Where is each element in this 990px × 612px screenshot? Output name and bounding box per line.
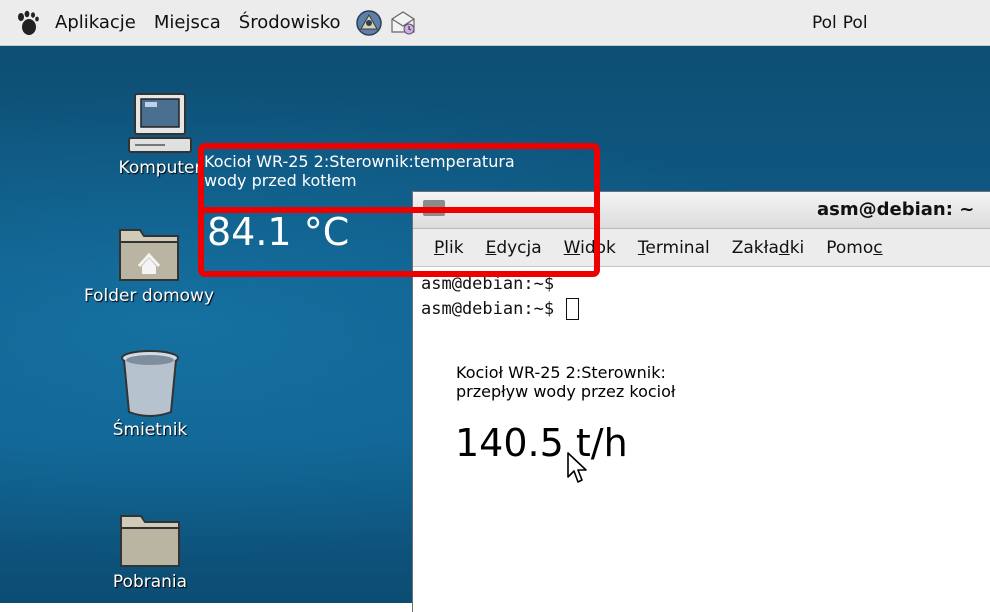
desktop-icon-downloads[interactable]: Pobrania (90, 508, 210, 592)
mnemonic: d (778, 237, 790, 258)
gnome-foot-icon[interactable] (10, 8, 46, 38)
terminal-line: asm@debian:~$ (421, 297, 580, 322)
flow-widget-value: 140.5 t/h (455, 421, 628, 465)
folder-icon (120, 515, 180, 567)
layout-label-1: Pol (812, 13, 837, 33)
menu-label-pre: Pomo (826, 237, 874, 258)
menu-terminal[interactable]: Terminal (627, 238, 721, 258)
menu-miejsca[interactable]: Miejsca (145, 8, 230, 38)
home-folder-icon (119, 229, 179, 281)
menu-aplikacje[interactable]: Aplikacje (46, 8, 145, 38)
terminal-prompt: asm@debian:~$ (421, 299, 565, 319)
layout-label-2: Pol (842, 13, 868, 33)
menu-srodowisko[interactable]: Środowisko (230, 8, 350, 38)
computer-icon (128, 93, 192, 153)
mouse-pointer-icon (567, 452, 587, 483)
flow-widget-title: Kocioł WR-25 2:Sterownik: przepływ wody … (456, 363, 676, 401)
terminal-output[interactable]: asm@debian:~$ asm@debian:~$ (421, 272, 580, 322)
highlight-box-value (198, 207, 600, 277)
terminal-title: asm@debian: ~ (817, 199, 975, 220)
top-panel: Aplikacje Miejsca Środowisko Pol Pol (0, 0, 990, 46)
trash-icon (121, 350, 179, 417)
text-cursor (566, 298, 580, 320)
desktop-icon-label: Śmietnik (112, 420, 188, 440)
keyboard-layout-indicator[interactable]: Pol Pol (812, 8, 874, 38)
menu-label-rest: ki (789, 237, 805, 258)
mnemonic: c (873, 237, 883, 258)
panel-menus: Aplikacje Miejsca Środowisko (10, 8, 418, 38)
desktop-icon-trash[interactable]: Śmietnik (90, 346, 210, 440)
menu-pomoc[interactable]: Pomoc (815, 238, 893, 258)
desktop-icon-label: Folder domowy (83, 286, 215, 306)
menu-label-rest: erminal (645, 237, 710, 258)
mail-launcher-icon[interactable] (388, 8, 418, 38)
highlight-box-title (198, 143, 600, 213)
menu-zakladki[interactable]: Zakładki (721, 238, 816, 258)
browser-launcher-icon[interactable] (354, 8, 384, 38)
desktop-icon-label: Pobrania (112, 572, 188, 592)
menu-label-pre: Zakła (731, 237, 779, 258)
